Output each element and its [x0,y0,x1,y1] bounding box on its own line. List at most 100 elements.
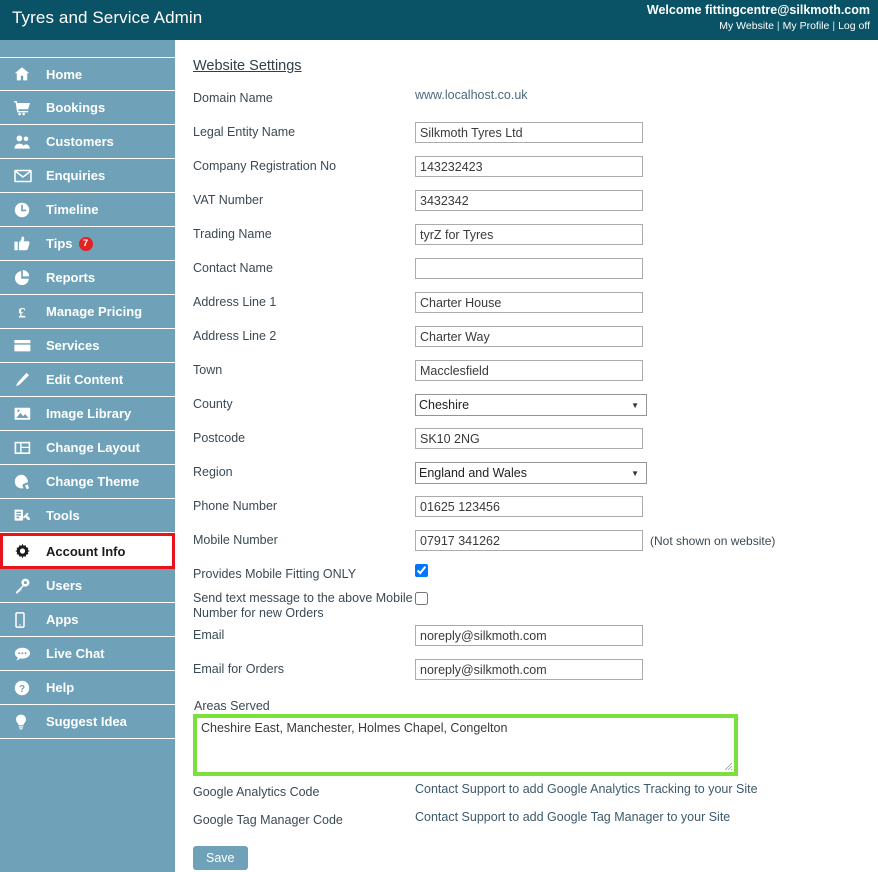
page-title: Website Settings [193,58,302,74]
label-mobile-number: Mobile Number [193,533,278,547]
sidebar-item-label: Customers [46,134,114,149]
sidebar-item-live-chat[interactable]: Live Chat [0,637,175,671]
town-input[interactable] [415,360,643,381]
send-text-message-checkbox[interactable] [415,592,428,605]
google-tag-manager-support-text: Contact Support to add Google Tag Manage… [415,810,731,824]
row-send-text-message: Send text message to the above Mobile Nu… [193,591,878,625]
sidebar-item-apps[interactable]: Apps [0,603,175,637]
row-legal-entity-name: Legal Entity Name [193,122,878,156]
row-county: County Cheshire ▼ [193,394,878,428]
row-google-analytics-code: Google Analytics Code Contact Support to… [193,782,878,810]
sidebar-item-reports[interactable]: Reports [0,261,175,295]
log-off-link[interactable]: Log off [838,20,870,32]
card-icon [14,337,40,355]
email-input[interactable] [415,625,643,646]
sidebar-item-label: Help [46,680,75,695]
row-vat-number: VAT Number [193,190,878,224]
company-registration-no-input[interactable] [415,156,643,177]
sidebar-item-account-info[interactable]: Account Info [0,533,175,569]
county-select[interactable]: Cheshire ▼ [415,394,647,416]
provides-mobile-fitting-only-checkbox[interactable] [415,564,428,577]
sidebar-item-users[interactable]: Users [0,569,175,603]
contact-name-input[interactable] [415,258,643,279]
lightbulb-icon [14,713,40,731]
sidebar-item-label: Timeline [46,202,99,217]
sidebar-item-tools[interactable]: Tools [0,499,175,533]
mobile-number-note: (Not shown on website) [650,533,776,548]
sidebar-item-enquiries[interactable]: Enquiries [0,159,175,193]
mobile-number-input[interactable] [415,530,643,551]
sidebar-item-change-theme[interactable]: Change Theme [0,465,175,499]
question-mark-icon: ? [14,679,40,697]
address-line-2-input[interactable] [415,326,643,347]
label-address-line-2: Address Line 2 [193,329,277,343]
sidebar-item-timeline[interactable]: Timeline [0,193,175,227]
save-button[interactable]: Save [193,846,248,870]
envelope-icon [14,167,40,185]
pencil-icon [14,371,40,389]
home-icon [14,65,40,83]
sidebar-item-label: Home [46,66,83,82]
sidebar-item-change-layout[interactable]: Change Layout [0,431,175,465]
phone-number-input[interactable] [415,496,643,517]
row-phone-number: Phone Number [193,496,878,530]
row-email-for-orders: Email for Orders [193,659,878,693]
label-domain-name: Domain Name [193,91,273,105]
thumbs-up-icon [14,235,40,253]
sidebar-item-badge: 7 [78,236,93,251]
svg-text:?: ? [19,684,25,695]
trading-name-input[interactable] [415,224,643,245]
row-google-tag-manager-code: Google Tag Manager Code Contact Support … [193,810,878,835]
sidebar-item-label: Bookings [46,100,106,115]
areas-served-highlight [193,714,738,776]
sidebar-item-label: Tools [46,508,80,523]
row-contact-name: Contact Name [193,258,878,292]
sidebar-item-manage-pricing[interactable]: £ Manage Pricing [0,295,175,329]
areas-served-textarea[interactable] [197,718,734,772]
sidebar-item-suggest-idea[interactable]: Suggest Idea [0,705,175,739]
sidebar-item-home[interactable]: Home [0,57,175,91]
row-region: Region England and Wales ▼ [193,462,878,496]
label-send-text-message: Send text message to the above Mobile Nu… [193,591,413,620]
sidebar-item-services[interactable]: Services [0,329,175,363]
app-title: Tyres and Service Admin [12,8,203,27]
my-profile-link[interactable]: My Profile [783,20,830,32]
domain-name-link[interactable]: www.localhost.co.uk [415,88,528,102]
row-trading-name: Trading Name [193,224,878,258]
sidebar-item-bookings[interactable]: Bookings [0,91,175,125]
label-region: Region [193,465,233,479]
image-icon [14,405,40,423]
sidebar-item-label: Tips [46,236,73,251]
vat-number-input[interactable] [415,190,643,211]
row-mobile-number: Mobile Number (Not shown on website) [193,530,878,564]
label-trading-name: Trading Name [193,227,272,241]
header-links: My Website | My Profile | Log off [647,20,870,33]
pie-chart-icon [14,269,40,287]
label-email-for-orders: Email for Orders [193,662,284,676]
sidebar-item-image-library[interactable]: Image Library [0,397,175,431]
legal-entity-name-input[interactable] [415,122,643,143]
my-website-link[interactable]: My Website [719,20,774,32]
label-postcode: Postcode [193,431,246,445]
sidebar-item-label: Change Theme [46,474,140,489]
link-separator: | [832,20,836,32]
sidebar-nav: Home Bookings Customers Enquiries Timeline Ti… [0,40,175,872]
layout-icon [14,439,40,457]
label-vat-number: VAT Number [193,193,264,207]
gear-icon [14,542,40,560]
row-domain-name: Domain Name www.localhost.co.uk [193,88,878,122]
email-for-orders-input[interactable] [415,659,643,680]
sidebar-item-edit-content[interactable]: Edit Content [0,363,175,397]
cart-icon [14,99,40,117]
sidebar-item-label: Edit Content [46,372,124,387]
label-legal-entity-name: Legal Entity Name [193,125,296,139]
sidebar-item-customers[interactable]: Customers [0,125,175,159]
postcode-input[interactable] [415,428,643,449]
region-select[interactable]: England and Wales ▼ [415,462,647,484]
label-areas-served: Areas Served [194,699,270,713]
row-town: Town [193,360,878,394]
address-line-1-input[interactable] [415,292,643,313]
app-header: Tyres and Service Admin Welcome fittingc… [0,0,878,40]
sidebar-item-help[interactable]: ? Help [0,671,175,705]
sidebar-item-tips[interactable]: Tips 7 [0,227,175,261]
